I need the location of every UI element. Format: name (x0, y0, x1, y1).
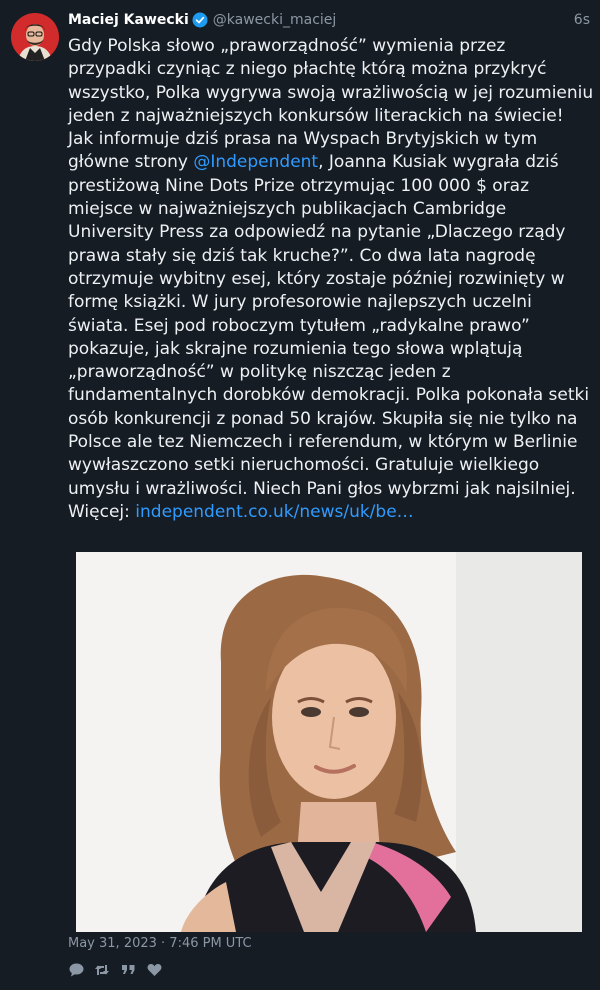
verified-badge-icon (192, 12, 208, 28)
tweet-text: Gdy Polska słowo „praworządność” wymieni… (68, 35, 594, 524)
tweet-header: Maciej Kawecki @kawecki_maciej 6s (68, 10, 590, 30)
tweet-photo[interactable] (76, 552, 582, 932)
author-name[interactable]: Maciej Kawecki (68, 12, 189, 28)
article-link[interactable]: independent.co.uk/news/uk/be… (135, 502, 413, 522)
more-label: Więcej: (68, 501, 136, 522)
avatar[interactable] (11, 13, 59, 61)
mention-link[interactable]: @Independent (193, 152, 318, 172)
reply-icon[interactable] (68, 962, 84, 978)
quote-icon[interactable] (120, 962, 136, 978)
tweet-text-part2: , Joanna Kusiak wygrała dziś prestiżową … (68, 152, 590, 499)
time-ago[interactable]: 6s (574, 12, 590, 28)
tweet-actions (68, 962, 162, 978)
tweet-card: Maciej Kawecki @kawecki_maciej 6s Gdy Po… (0, 0, 600, 990)
tweet-timestamp[interactable]: May 31, 2023 · 7:46 PM UTC (68, 936, 252, 951)
retweet-icon[interactable] (94, 962, 110, 978)
author-handle[interactable]: @kawecki_maciej (213, 12, 337, 28)
heart-icon[interactable] (146, 962, 162, 978)
